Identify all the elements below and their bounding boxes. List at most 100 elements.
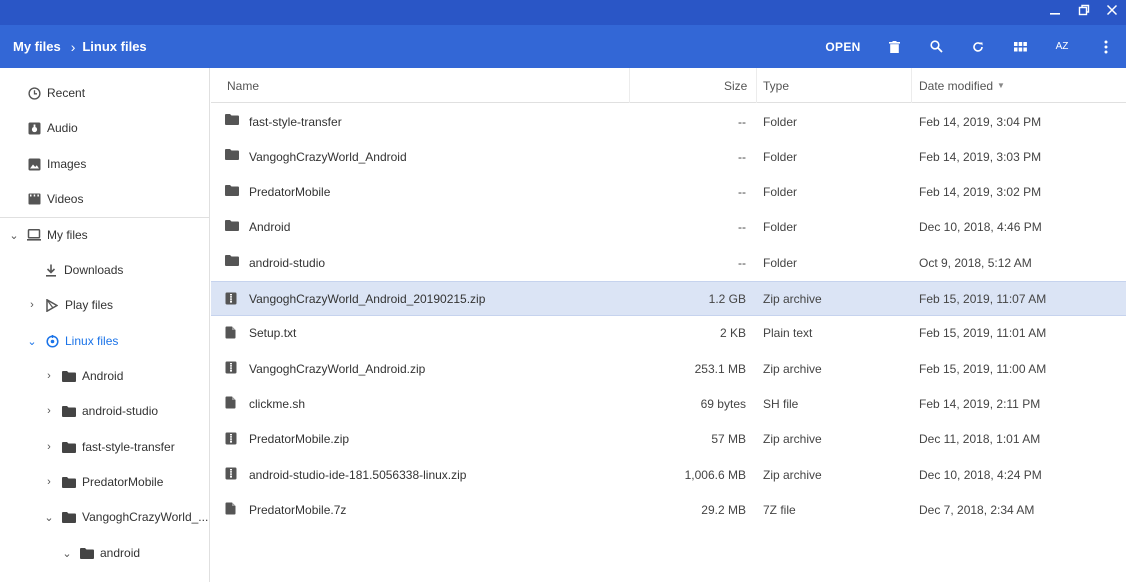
file-type: SH file [763,396,799,411]
file-type: Plain text [763,326,813,341]
file-type: Folder [763,220,798,235]
sidebar-item-my-files[interactable]: ⌄ My files [8,220,88,250]
file-icon [225,326,239,340]
folder-icon [61,509,77,525]
sidebar-item-downloads[interactable]: Downloads [43,255,123,285]
file-row[interactable]: fast-style-transfer -- Folder Feb 14, 2019,… [211,104,1126,139]
sidebar-item-recent[interactable]: Recent [26,78,85,108]
close-icon[interactable] [1103,3,1121,21]
sidebar-item-play-files[interactable]: › Play files [26,290,113,320]
delete-icon[interactable] [884,25,904,68]
file-row[interactable]: PredatorMobile -- Folder Feb 14, 2019, 3:02… [211,175,1126,210]
chevron-right-icon[interactable]: › [43,476,55,488]
file-row[interactable]: VangoghCrazyWorld_Android -- Folder Feb 14,… [211,139,1126,174]
file-list-header: Name Size Type Date modified ▼ [211,68,1126,103]
column-header-type[interactable]: Type [763,68,789,103]
column-header-date[interactable]: Date modified ▼ [919,68,1005,103]
file-row[interactable]: android-studio-ide-181.5056338-linux.zip… [211,457,1126,492]
file-size: 1,006.6 MB [684,467,746,482]
file-row[interactable]: VangoghCrazyWorld_Android_20190215.zip 1.… [211,280,1126,316]
file-type: 7Z file [763,502,796,517]
sidebar-item-vangoghcrazyworld[interactable]: ⌄ VangoghCrazyWorld_... [43,502,208,532]
sidebar-item-label: Play files [65,298,114,312]
more-options-icon[interactable] [1098,25,1114,68]
video-icon [26,191,42,207]
chevron-right-icon[interactable]: › [43,370,55,382]
file-size: -- [738,255,746,270]
download-icon [43,262,59,278]
zip-archive-icon [225,432,239,446]
sidebar-item-label: Recent [47,86,86,100]
folder-icon [61,403,77,419]
refresh-icon[interactable] [968,25,988,68]
file-name: clickme.sh [249,396,306,411]
sort-az-icon: AZ [1055,41,1069,52]
folder-icon [61,439,77,455]
column-divider[interactable] [756,68,757,103]
zip-archive-icon [225,467,239,481]
file-name: android-studio-ide-181.5056338-linux.zip [249,467,467,482]
file-size: 1.2 GB [708,292,746,306]
grid-view-icon[interactable] [1010,25,1030,68]
file-name: PredatorMobile.zip [249,432,350,447]
file-size: -- [738,220,746,235]
chevron-down-icon[interactable]: ⌄ [26,335,38,348]
sidebar: Recent Audio Images Videos ⌄ My files Do… [0,68,210,582]
column-divider[interactable] [629,68,630,103]
file-row[interactable]: android-studio -- Folder Oct 9, 2018, 5:12 … [211,245,1126,280]
file-row[interactable]: PredatorMobile.zip 57 MB Zip archive Dec 11… [211,422,1126,457]
file-row[interactable]: PredatorMobile.7z 29.2 MB 7Z file Dec 7, 20… [211,492,1126,527]
file-date-modified: Feb 15, 2019, 11:01 AM [919,326,1047,341]
file-name: PredatorMobile.7z [249,502,347,517]
chevron-right-icon: › [70,38,76,55]
chevron-down-icon[interactable]: ⌄ [61,547,73,560]
file-row[interactable]: Setup.txt 2 KB Plain text Feb 15, 2019, 11:… [211,316,1126,351]
sidebar-item-android-studio[interactable]: › android-studio [43,396,158,426]
open-button[interactable]: OPEN [825,25,860,68]
breadcrumb: My files › Linux files [13,25,147,68]
app-bar: My files › Linux files OPEN AZ [0,25,1126,68]
window-titlebar [0,0,1126,25]
sidebar-item-videos[interactable]: Videos [26,184,83,214]
file-size: 2 KB [719,326,746,341]
folder-icon [225,114,239,128]
sidebar-item-fast-style-transfer[interactable]: › fast-style-transfer [43,432,175,462]
chevron-right-icon[interactable]: › [43,405,55,417]
minimize-icon[interactable] [1046,3,1064,21]
file-date-modified: Dec 10, 2018, 4:24 PM [919,467,1042,482]
file-type: Folder [763,255,798,270]
file-date-modified: Feb 14, 2019, 3:04 PM [919,114,1042,129]
chevron-down-icon[interactable]: ⌄ [8,229,20,242]
file-type: Folder [763,149,798,164]
sidebar-item-android-sub[interactable]: ⌄ android [61,538,140,568]
file-type: Zip archive [763,432,822,447]
sidebar-item-android[interactable]: › Android [43,361,123,391]
chevron-right-icon[interactable]: › [43,441,55,453]
restore-icon[interactable] [1075,3,1093,21]
search-icon[interactable] [926,25,946,68]
zip-archive-icon [225,292,239,306]
file-size: 29.2 MB [701,502,746,517]
chevron-down-icon[interactable]: ⌄ [43,511,55,524]
file-name: VangoghCrazyWorld_Android.zip [249,361,426,376]
column-header-size[interactable]: Size [724,68,747,103]
sidebar-item-predatormobile[interactable]: › PredatorMobile [43,467,163,497]
sidebar-item-linux-files[interactable]: ⌄ Linux files [26,326,118,356]
file-type: Zip archive [763,361,822,376]
column-divider[interactable] [911,68,912,103]
file-row[interactable]: clickme.sh 69 bytes SH file Feb 14, 2019, 2… [211,386,1126,421]
sidebar-item-audio[interactable]: Audio [26,113,78,143]
breadcrumb-my-files[interactable]: My files [13,39,61,54]
file-row[interactable]: Android -- Folder Dec 10, 2018, 4:46 PM [211,210,1126,245]
sort-button[interactable]: AZ [1050,25,1074,68]
file-row[interactable]: VangoghCrazyWorld_Android.zip 253.1 MB Zip… [211,351,1126,386]
sidebar-item-label: Videos [47,192,84,206]
breadcrumb-linux-files[interactable]: Linux files [82,39,146,54]
file-name: VangoghCrazyWorld_Android_20190215.zip [249,292,486,306]
chevron-right-icon[interactable]: › [26,299,38,311]
sidebar-item-images[interactable]: Images [26,149,86,179]
play-store-icon [44,297,60,313]
column-header-name[interactable]: Name [227,68,259,103]
sidebar-item-label: My files [47,228,88,242]
folder-icon [225,219,239,234]
